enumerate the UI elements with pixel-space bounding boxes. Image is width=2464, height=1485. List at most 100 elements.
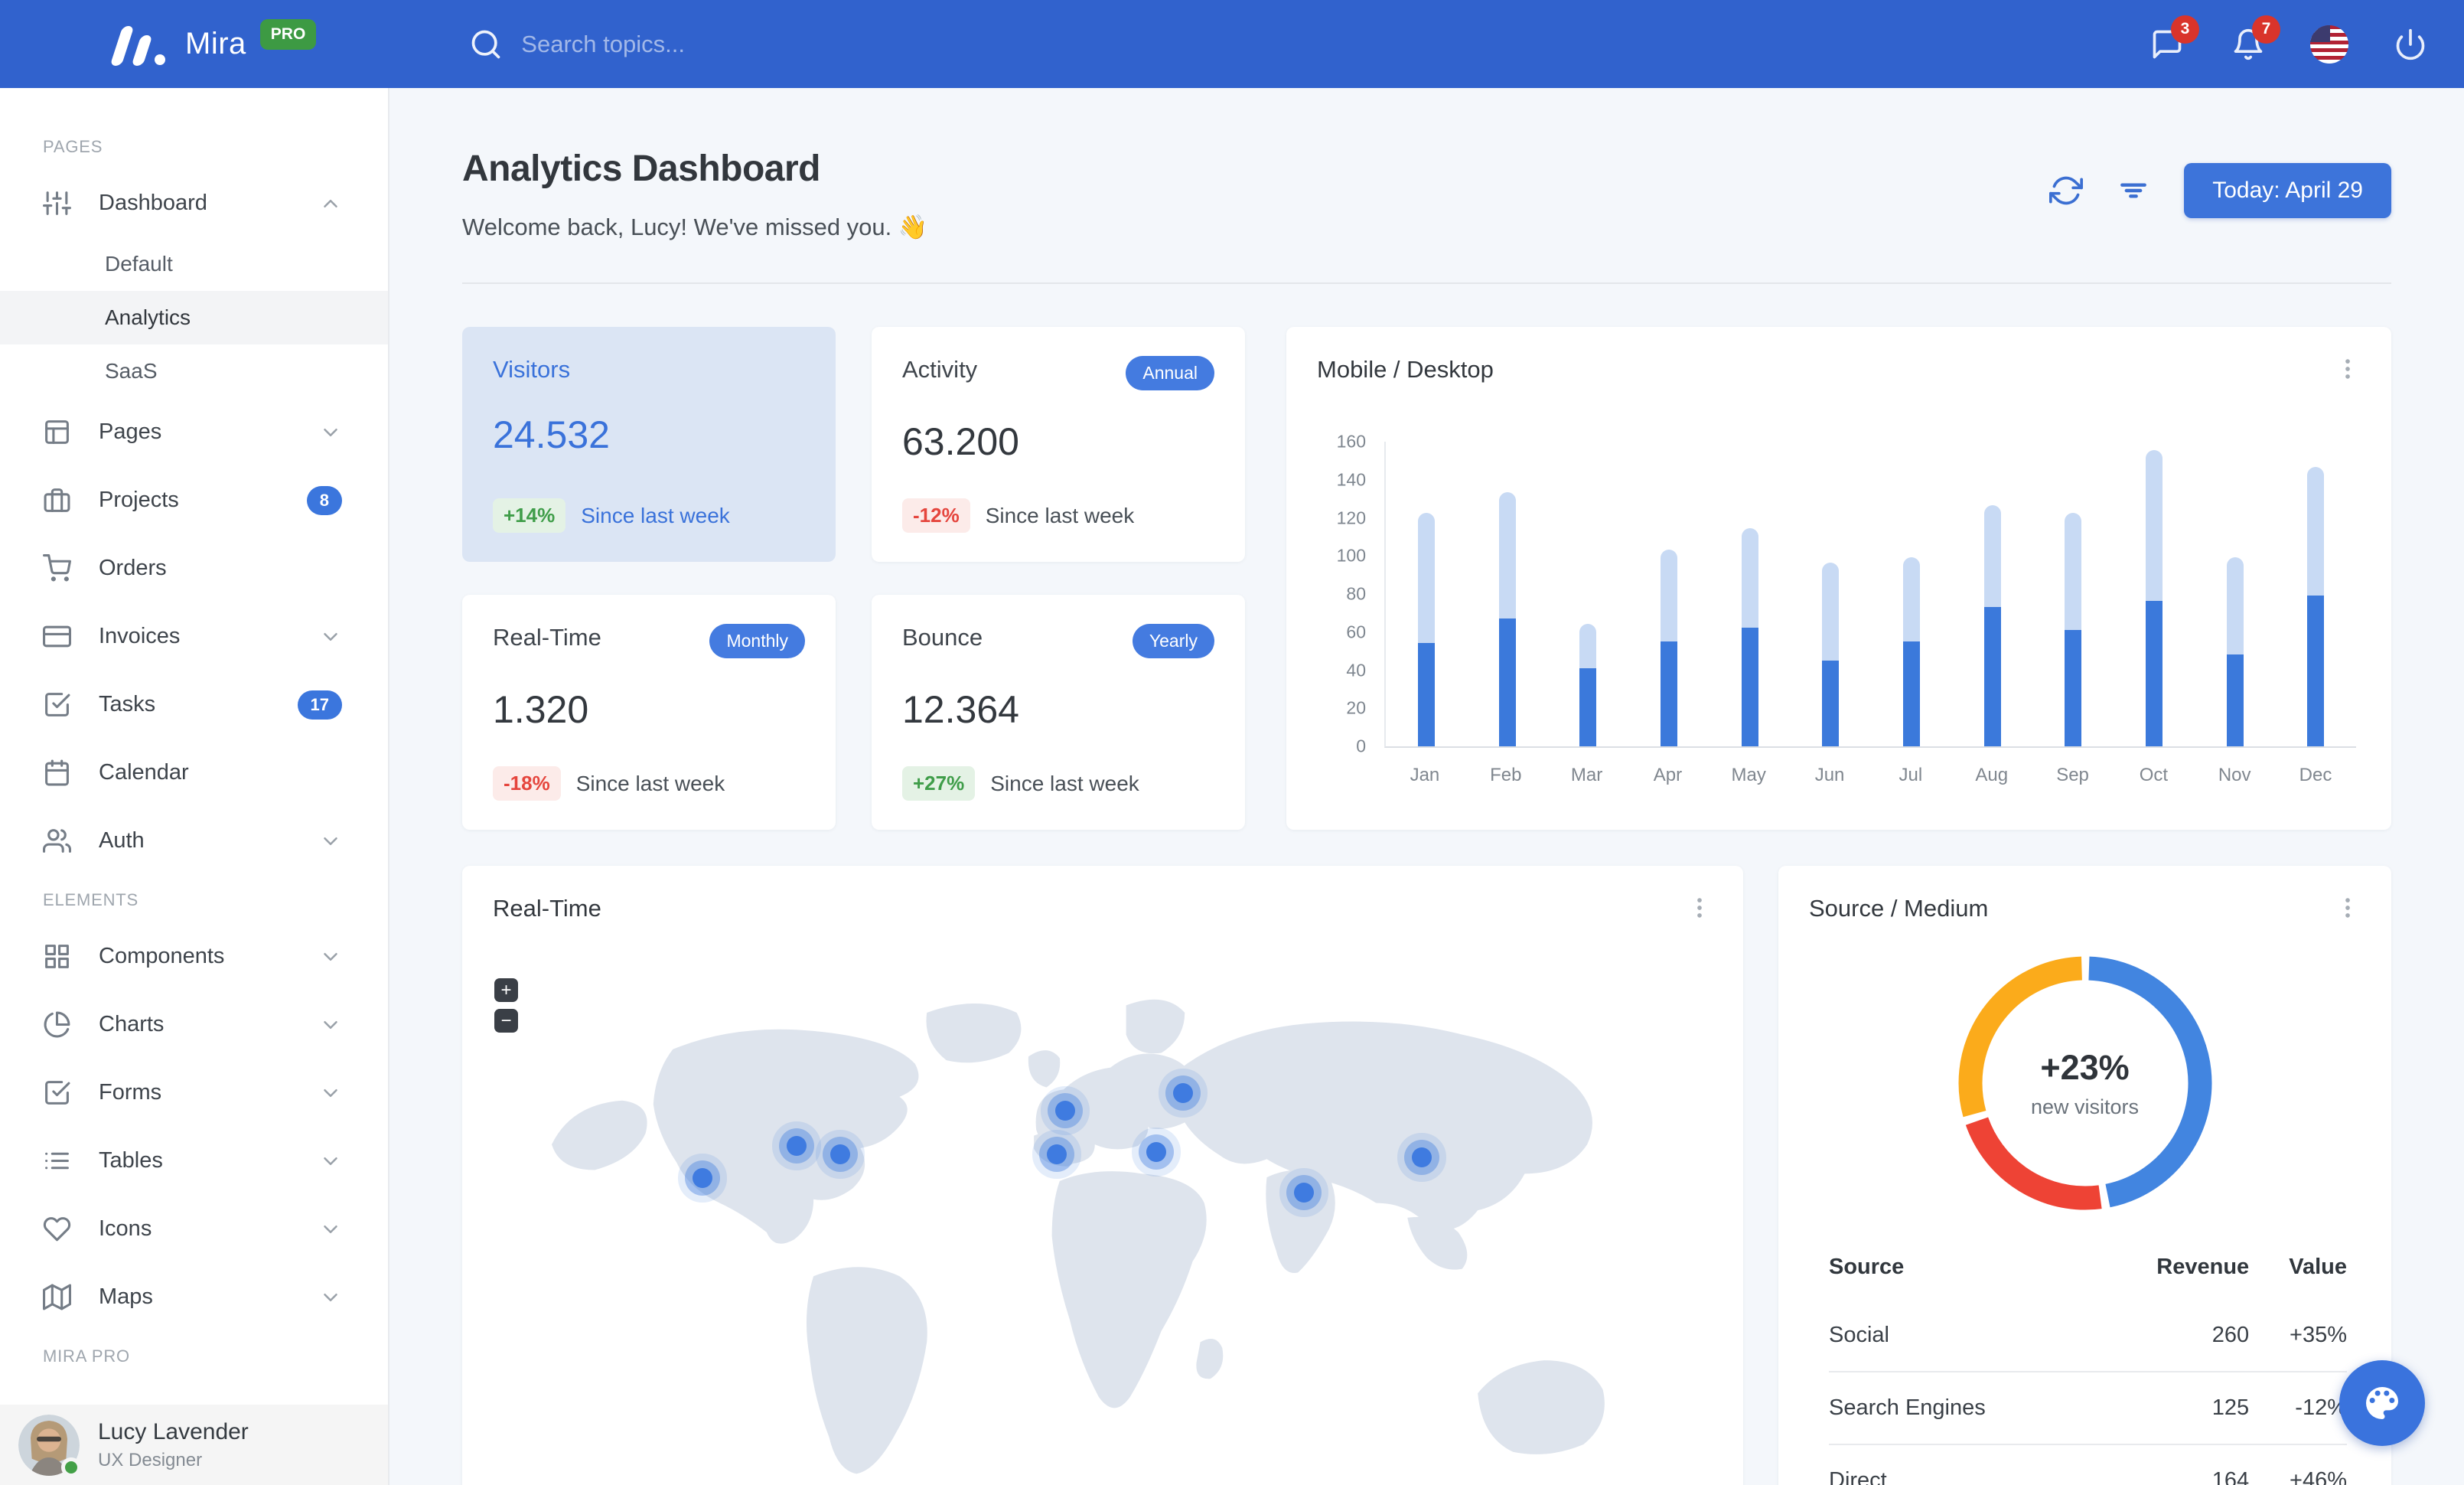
map-marker[interactable] [786, 1135, 807, 1156]
source-medium-menu-button[interactable] [2335, 895, 2361, 921]
donut-center-label: new visitors [2030, 1095, 2140, 1118]
sidebar-item-charts[interactable]: Charts [0, 991, 388, 1059]
bar-oct[interactable] [2114, 442, 2195, 746]
sidebar-item-label: Tasks [99, 692, 156, 716]
bar-nov[interactable] [2195, 442, 2276, 746]
sidebar-item-label: Projects [99, 488, 179, 512]
y-axis-tick: 80 [1346, 583, 1366, 604]
map-marker[interactable] [1054, 1101, 1075, 1121]
bar-aug[interactable] [1952, 442, 2033, 746]
bar-jan[interactable] [1386, 442, 1467, 746]
map-marker[interactable] [829, 1144, 850, 1165]
map-menu-button[interactable] [1687, 895, 1713, 921]
bar-sep[interactable] [2032, 442, 2114, 746]
map-marker[interactable] [1411, 1147, 1432, 1168]
date-range-button[interactable]: Today: April 29 [2184, 163, 2391, 218]
sidebar-badge: 8 [306, 485, 342, 515]
theme-settings-fab[interactable] [2339, 1360, 2425, 1446]
bar-apr[interactable] [1628, 442, 1709, 746]
cell-revenue: 260 [2211, 1323, 2250, 1347]
sidebar-item-projects[interactable]: Projects 8 [0, 466, 388, 534]
sidebar-subitem-default[interactable]: Default [0, 237, 388, 291]
language-button[interactable] [2309, 24, 2349, 64]
user-name: Lucy Lavender [98, 1418, 249, 1444]
map-zoom-in-button[interactable]: + [494, 978, 518, 1002]
sidebar-item-orders[interactable]: Orders [0, 534, 388, 602]
sidebar-item-forms[interactable]: Forms [0, 1059, 388, 1127]
y-axis-tick: 120 [1336, 508, 1366, 527]
chart-menu-button[interactable] [2335, 356, 2361, 382]
chevron-down-icon [319, 830, 342, 853]
filter-button[interactable] [2117, 174, 2150, 207]
stat-note: Since last week [990, 771, 1139, 795]
stat-period-badge: Yearly [1132, 624, 1214, 658]
cell-revenue: 164 [2093, 1444, 2250, 1485]
y-axis-tick: 160 [1336, 431, 1366, 452]
map-marker[interactable] [1046, 1144, 1067, 1165]
bar-feb[interactable] [1467, 442, 1548, 746]
sidebar-item-tables[interactable]: Tables [0, 1127, 388, 1195]
x-axis-label: Apr [1653, 765, 1683, 785]
sidebar-section-label: MIRA PRO [43, 1346, 130, 1366]
credit-card-icon [43, 622, 72, 651]
sidebar-item-label: Orders [99, 556, 167, 580]
sidebar-item-pages[interactable]: Pages [0, 398, 388, 466]
sidebar-user[interactable]: Lucy Lavender UX Designer [0, 1405, 388, 1485]
table-header-value: Value [2289, 1255, 2347, 1279]
table-header-source: Source [1829, 1255, 1905, 1279]
cell-value: +35% [2290, 1323, 2347, 1347]
top-navbar: Mira PRO 3 7 [0, 0, 2464, 88]
y-axis-tick: 20 [1346, 697, 1366, 718]
cell-source: Direct [1829, 1444, 2094, 1485]
sidebar-item-auth[interactable]: Auth [0, 807, 388, 875]
bar-jun[interactable] [1790, 442, 1871, 746]
sidebar-item-maps[interactable]: Maps [0, 1263, 388, 1331]
logout-button[interactable] [2391, 24, 2430, 64]
notifications-button[interactable]: 7 [2228, 15, 2280, 64]
realtime-map-card: Real-Time + − [462, 866, 1743, 1485]
messages-button[interactable]: 3 [2147, 15, 2199, 64]
bar-mar[interactable] [1547, 442, 1628, 746]
table-row: Search Engines 125 -12% [1829, 1371, 2347, 1444]
sidebar-item-dashboard[interactable]: Dashboard [0, 169, 388, 237]
sidebar-item-label: Forms [99, 1080, 162, 1105]
bar-jul[interactable] [1871, 442, 1952, 746]
bar-may[interactable] [1709, 442, 1791, 746]
map-marker[interactable] [1172, 1083, 1193, 1104]
map-icon [43, 1283, 72, 1311]
chevron-down-icon [319, 1150, 342, 1173]
sidebar-item-invoices[interactable]: Invoices [0, 602, 388, 671]
map-marker[interactable] [693, 1168, 713, 1189]
world-map[interactable]: + − [477, 961, 1728, 1485]
stat-period-badge: Monthly [709, 624, 805, 658]
stat-delta-badge: +14% [493, 498, 566, 533]
sidebar-item-icons[interactable]: Icons [0, 1195, 388, 1263]
x-axis-label: Mar [1570, 765, 1603, 785]
stat-note: Since last week [985, 503, 1135, 527]
sidebar-item-label: Icons [99, 1216, 152, 1241]
map-zoom-out-button[interactable]: − [494, 1009, 518, 1033]
sidebar-item-components[interactable]: Components [0, 922, 388, 991]
sidebar-item-calendar[interactable]: Calendar [0, 739, 388, 807]
chevron-down-icon [324, 1293, 337, 1301]
sidebar-item-tasks[interactable]: Tasks 17 [0, 671, 388, 739]
kebab-icon [2345, 898, 2350, 918]
refresh-button[interactable] [2049, 174, 2084, 207]
bar-dec[interactable] [2275, 442, 2356, 746]
map-marker[interactable] [1146, 1141, 1167, 1162]
pie-chart-icon [44, 1011, 70, 1038]
chevron-down-icon [319, 1286, 342, 1309]
stat-delta-badge: -18% [493, 766, 561, 801]
chevron-up-icon [319, 192, 342, 215]
search-input[interactable] [521, 30, 920, 58]
sidebar-subitem-analytics[interactable]: Analytics [0, 291, 388, 344]
cell-revenue: 125 [2093, 1371, 2250, 1444]
check-square-icon [43, 1079, 71, 1107]
shopping-cart-icon [43, 554, 72, 582]
source-medium-title: Source / Medium [1809, 895, 1989, 922]
list-icon [43, 1147, 71, 1175]
brand-name: Mira [185, 27, 246, 60]
sidebar-subitem-saas[interactable]: SaaS [0, 344, 388, 398]
map-marker[interactable] [1294, 1183, 1315, 1203]
sidebar: PAGES Dashboard Default Analytics SaaS Pages P… [0, 88, 389, 1485]
